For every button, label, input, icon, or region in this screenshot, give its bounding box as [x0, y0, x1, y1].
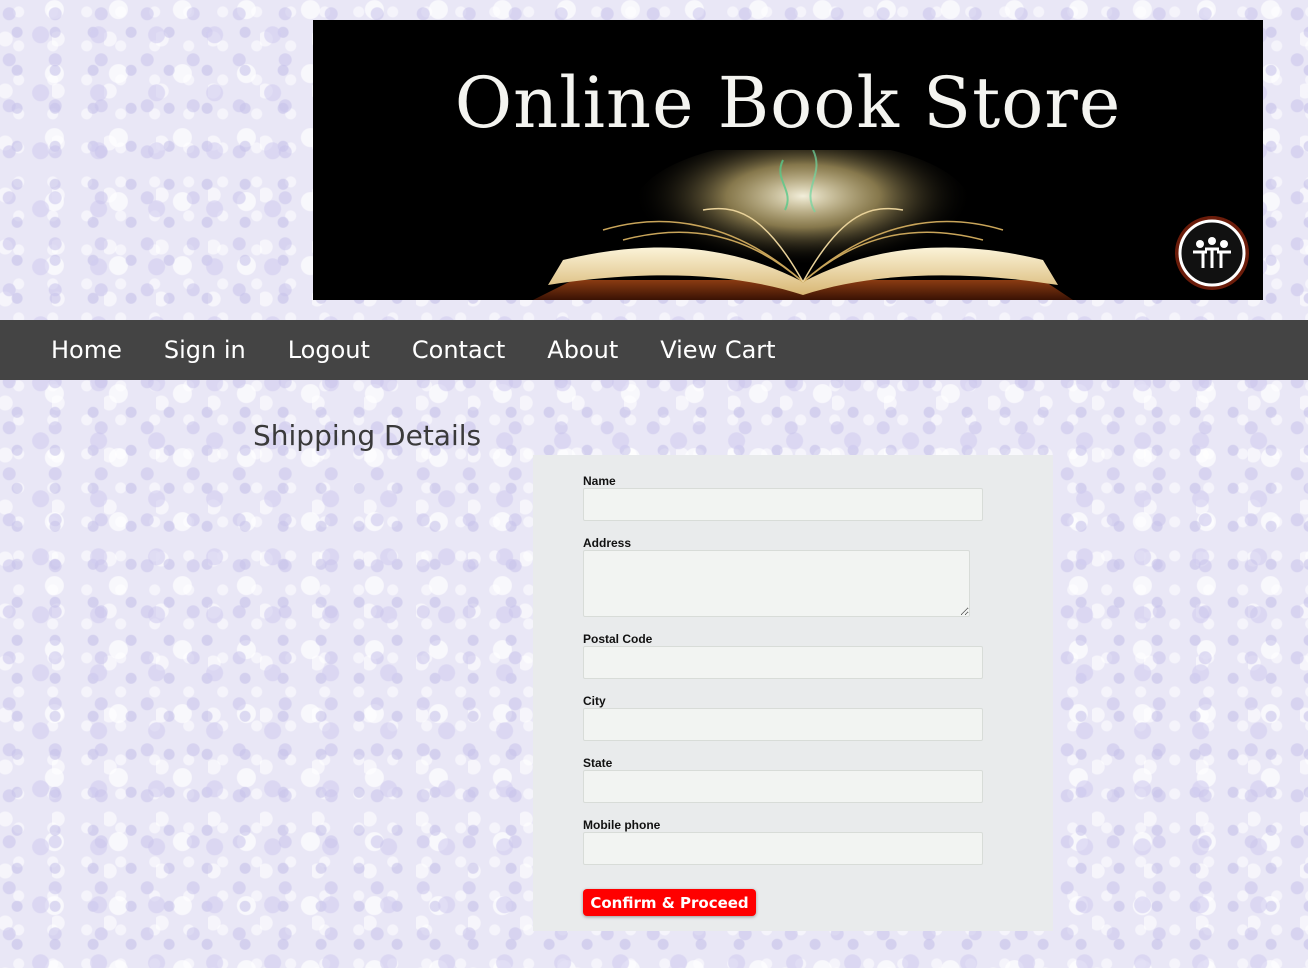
postal-code-label: Postal Code: [583, 632, 653, 646]
shipping-form: Name Address Postal Code City State Mobi…: [533, 455, 1053, 931]
people-circle-icon: [1175, 216, 1249, 290]
nav-item-logout[interactable]: Logout: [267, 336, 391, 364]
mobile-phone-input[interactable]: [583, 832, 983, 865]
name-label: Name: [583, 474, 616, 488]
open-book-icon: [533, 150, 1073, 300]
nav-item-about[interactable]: About: [526, 336, 639, 364]
banner-title: Online Book Store: [454, 62, 1122, 144]
confirm-proceed-button[interactable]: Confirm & Proceed: [583, 889, 756, 916]
mobile-phone-label: Mobile phone: [583, 818, 661, 832]
main-nav: Home Sign in Logout Contact About View C…: [0, 320, 1308, 380]
nav-item-view-cart[interactable]: View Cart: [639, 336, 796, 364]
page-title: Shipping Details: [253, 419, 482, 452]
store-banner: Online Book Store: [313, 20, 1263, 300]
name-input[interactable]: [583, 488, 983, 521]
nav-item-home[interactable]: Home: [30, 336, 143, 364]
city-input[interactable]: [583, 708, 983, 741]
nav-item-contact[interactable]: Contact: [391, 336, 526, 364]
postal-code-input[interactable]: [583, 646, 983, 679]
nav-item-sign-in[interactable]: Sign in: [143, 336, 267, 364]
address-textarea[interactable]: [583, 550, 970, 617]
address-label: Address: [583, 536, 632, 550]
state-input[interactable]: [583, 770, 983, 803]
city-label: City: [583, 694, 606, 708]
state-label: State: [583, 756, 613, 770]
